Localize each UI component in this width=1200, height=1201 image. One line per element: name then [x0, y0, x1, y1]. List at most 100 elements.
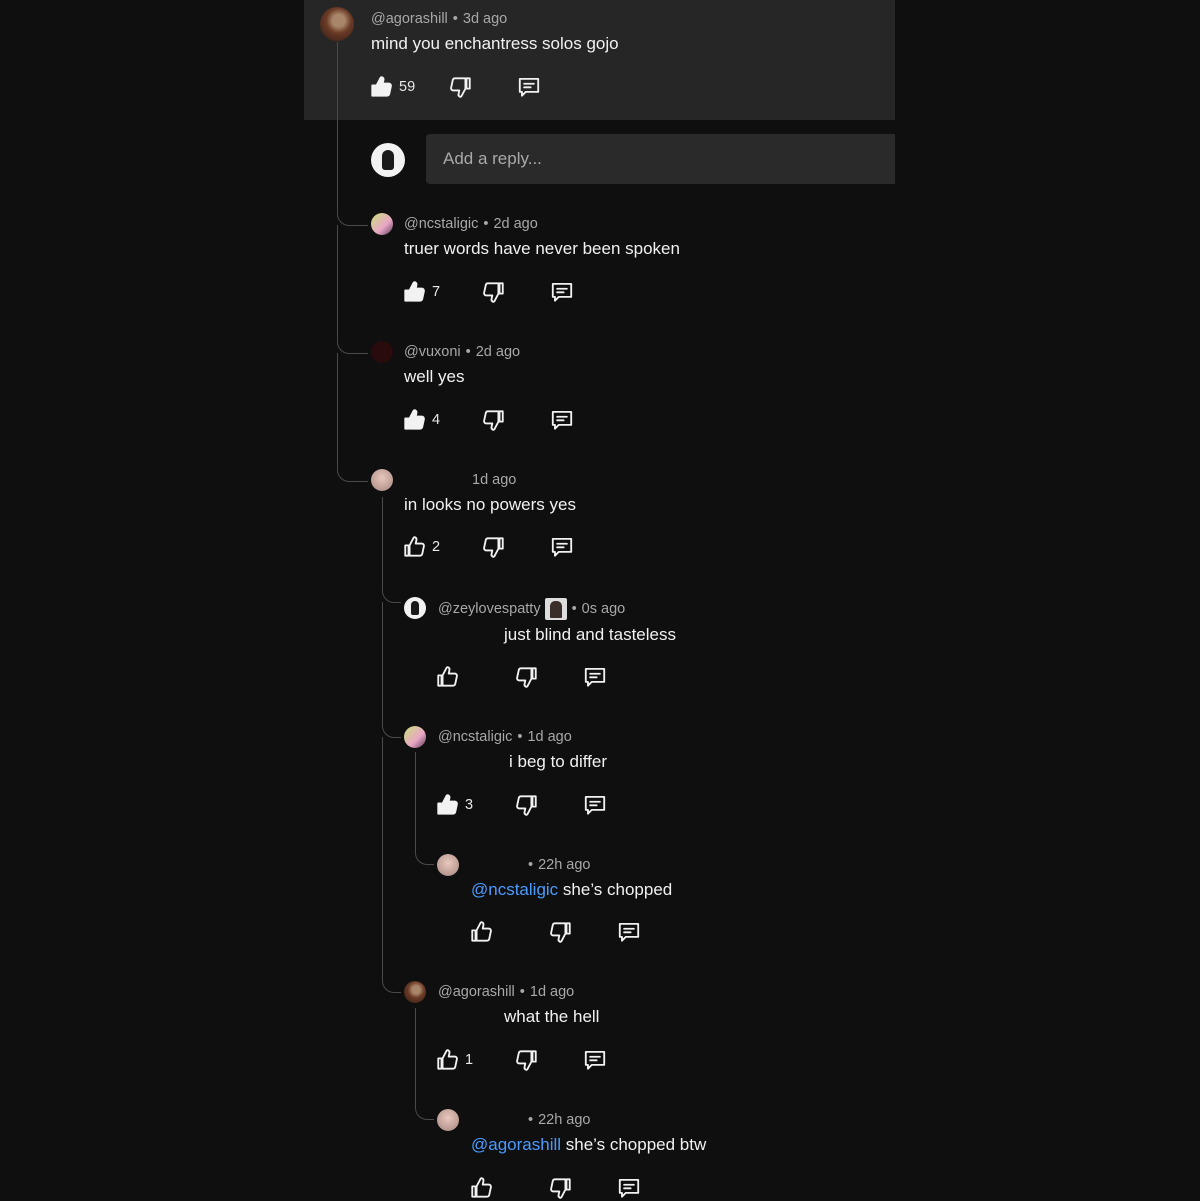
- reply-button[interactable]: [582, 664, 608, 690]
- comment-text: i beg to differ: [509, 752, 607, 771]
- comment-time: 22h ago: [538, 1112, 591, 1128]
- comment-meta: • 22h ago: [471, 1112, 591, 1128]
- comment-meta: • 22h ago: [471, 857, 591, 873]
- like-count: 1: [465, 1052, 474, 1068]
- dislike-button[interactable]: [480, 407, 506, 433]
- like-button[interactable]: [369, 74, 395, 100]
- comment-text: what the hell: [504, 1007, 600, 1026]
- like-count: 59: [399, 79, 416, 95]
- separator-dot: •: [517, 729, 523, 745]
- avatar[interactable]: [404, 597, 426, 619]
- avatar[interactable]: [404, 726, 426, 748]
- comment-author[interactable]: @vuxoni: [404, 344, 461, 360]
- comment-author[interactable]: @agorashill: [438, 984, 515, 1000]
- like-count: 2: [432, 539, 441, 555]
- like-button[interactable]: [435, 1047, 461, 1073]
- thumbs-up-filled-icon: [435, 792, 461, 818]
- reply-button[interactable]: [516, 74, 542, 100]
- comment-text: @ncstaligic she’s chopped: [471, 880, 672, 900]
- comment-time: 22h ago: [538, 857, 591, 873]
- dislike-button[interactable]: [547, 919, 573, 945]
- avatar[interactable]: [320, 7, 354, 41]
- comment-text: mind you enchantress solos gojo: [371, 34, 619, 53]
- comment-author[interactable]: @agorashill: [371, 11, 448, 27]
- thread-line: [382, 737, 401, 993]
- comment-text: well yes: [404, 367, 465, 386]
- like-button[interactable]: [435, 664, 461, 690]
- avatar[interactable]: [371, 469, 393, 491]
- reply-field[interactable]: [426, 134, 895, 184]
- avatar[interactable]: [437, 854, 459, 876]
- separator-dot: •: [528, 1112, 534, 1128]
- thumbs-up-icon: [435, 1047, 461, 1073]
- like-button[interactable]: [402, 407, 428, 433]
- reply-comment-icon: [516, 74, 542, 100]
- thread-line: [337, 200, 368, 226]
- avatar[interactable]: [371, 213, 393, 235]
- comment-text-body: she’s chopped: [558, 880, 673, 899]
- thumbs-down-icon: [547, 919, 573, 945]
- like-button[interactable]: [402, 534, 428, 560]
- comment-meta: 1d ago: [404, 472, 516, 488]
- thumbs-up-filled-icon: [369, 74, 395, 100]
- like-button[interactable]: [435, 792, 461, 818]
- thumbs-down-icon: [513, 1047, 539, 1073]
- reply-comment-icon: [582, 664, 608, 690]
- avatar[interactable]: [404, 981, 426, 1003]
- avatar[interactable]: [437, 1109, 459, 1131]
- thread-line: [415, 1008, 434, 1120]
- comment-text: truer words have never been spoken: [404, 239, 680, 258]
- separator-dot: •: [452, 11, 458, 27]
- comment-time: 1d ago: [529, 984, 575, 1000]
- comment-time: 3d ago: [462, 11, 508, 27]
- dislike-button[interactable]: [513, 1047, 539, 1073]
- like-button[interactable]: [469, 919, 495, 945]
- dislike-button[interactable]: [547, 1175, 573, 1201]
- profile-badge-image: [544, 598, 567, 620]
- comment-author[interactable]: @ncstaligic: [404, 216, 478, 232]
- thumbs-down-icon: [447, 74, 473, 100]
- reply-button[interactable]: [616, 1175, 642, 1201]
- dislike-button[interactable]: [480, 279, 506, 305]
- thread-line: [337, 353, 368, 482]
- like-count: 3: [465, 797, 474, 813]
- comment-text: just blind and tasteless: [504, 625, 676, 644]
- like-button[interactable]: [402, 279, 428, 305]
- comment-meta: @ncstaligic • 1d ago: [438, 729, 572, 745]
- like-count: 7: [432, 284, 441, 300]
- comment-author[interactable]: @zeylovespatty: [438, 601, 541, 617]
- like-button[interactable]: [469, 1175, 495, 1201]
- thread-line: [382, 602, 401, 738]
- dislike-button[interactable]: [513, 664, 539, 690]
- like-count: 4: [432, 412, 441, 428]
- reply-button[interactable]: [582, 792, 608, 818]
- reply-button[interactable]: [549, 279, 575, 305]
- reply-input[interactable]: [426, 134, 895, 184]
- reply-comment-icon: [549, 279, 575, 305]
- reply-comment-icon: [616, 919, 642, 945]
- comment-time: 2d ago: [493, 216, 538, 232]
- dislike-button[interactable]: [513, 792, 539, 818]
- thread-line: [382, 497, 401, 603]
- dislike-button[interactable]: [447, 74, 473, 100]
- reply-comment-icon: [582, 1047, 608, 1073]
- separator-dot: •: [465, 344, 471, 360]
- thumbs-down-icon: [513, 792, 539, 818]
- thread-line: [337, 42, 338, 212]
- reply-button[interactable]: [549, 534, 575, 560]
- avatar[interactable]: [371, 341, 393, 363]
- thumbs-up-filled-icon: [402, 407, 428, 433]
- user-mention-link[interactable]: @ncstaligic: [471, 880, 558, 899]
- separator-dot: •: [519, 984, 525, 1000]
- reply-comment-icon: [549, 407, 575, 433]
- comment-meta: @agorashill • 3d ago: [371, 11, 507, 27]
- comment-text: @agorashill she’s chopped btw: [471, 1135, 706, 1155]
- reply-button[interactable]: [549, 407, 575, 433]
- user-mention-link[interactable]: @agorashill: [471, 1135, 561, 1154]
- dislike-button[interactable]: [480, 534, 506, 560]
- reply-button[interactable]: [616, 919, 642, 945]
- comment-author[interactable]: @ncstaligic: [438, 729, 512, 745]
- reply-button[interactable]: [582, 1047, 608, 1073]
- separator-dot: •: [571, 600, 577, 617]
- thumbs-down-icon: [480, 534, 506, 560]
